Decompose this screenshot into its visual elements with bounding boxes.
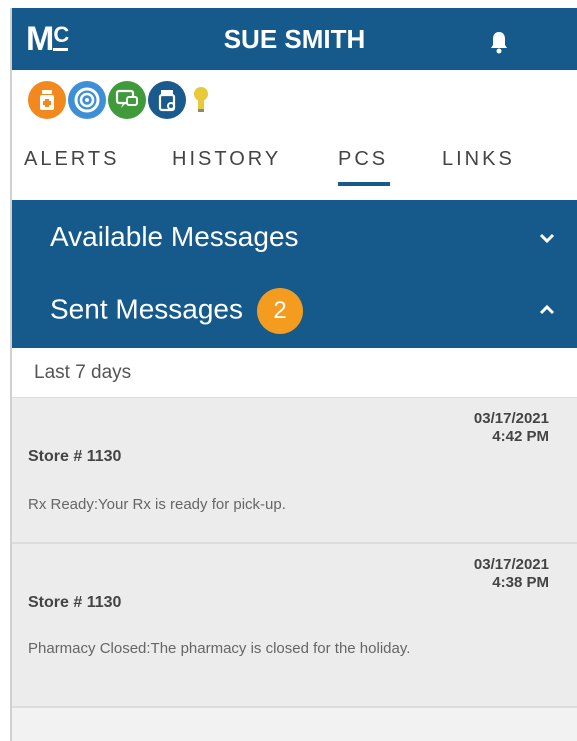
message-text: Pharmacy Closed:The pharmacy is closed f… — [28, 640, 411, 657]
tab-links[interactable]: LINKS — [442, 148, 515, 171]
message-date: 03/17/2021 — [473, 556, 549, 573]
sent-count-badge: 2 — [257, 288, 303, 334]
message-text: Rx Ready:Your Rx is ready for pick-up. — [28, 496, 286, 513]
message-timestamp: 03/17/2021 4:38 PM — [474, 556, 549, 592]
app-panel: MC SUE SMITH ALERTS HISTORY PCS LINKS Av… — [10, 8, 577, 741]
date-filter[interactable]: Last 7 days — [12, 348, 577, 398]
chevron-down-icon[interactable] — [539, 232, 555, 244]
chat-icon[interactable] — [108, 81, 146, 119]
message-store: Store # 1130 — [28, 594, 122, 611]
message-store: Store # 1130 — [28, 448, 122, 465]
message-item[interactable]: 03/17/2021 4:38 PM Store # 1130 Pharmacy… — [12, 544, 577, 708]
message-date: 03/17/2021 — [473, 410, 549, 427]
active-tab-indicator — [338, 182, 390, 186]
chevron-up-icon[interactable] — [539, 304, 555, 316]
bell-icon[interactable] — [489, 30, 509, 54]
message-item[interactable]: 03/17/2021 4:42 PM Store # 1130 Rx Ready… — [12, 398, 577, 544]
sent-messages-header[interactable]: Sent Messages 2 — [12, 274, 577, 348]
prescription-icon[interactable] — [148, 81, 186, 119]
lightbulb-icon[interactable] — [188, 81, 214, 119]
available-messages-label: Available Messages — [50, 221, 299, 252]
message-timestamp: 03/17/2021 4:42 PM — [474, 410, 549, 446]
target-icon[interactable] — [68, 81, 106, 119]
tab-history[interactable]: HISTORY — [172, 148, 281, 171]
message-time: 4:42 PM — [492, 428, 549, 445]
quick-icon-row — [12, 70, 577, 130]
pill-bottle-icon[interactable] — [28, 81, 66, 119]
available-messages-header[interactable]: Available Messages — [12, 200, 577, 274]
header-bar: MC SUE SMITH — [12, 8, 577, 70]
sent-messages-label: Sent Messages — [50, 293, 243, 325]
tab-bar: ALERTS HISTORY PCS LINKS — [12, 130, 577, 200]
message-time: 4:38 PM — [492, 574, 549, 591]
sent-messages-label-wrap: Sent Messages 2 — [50, 288, 303, 334]
tab-pcs[interactable]: PCS — [338, 148, 388, 171]
tab-alerts[interactable]: ALERTS — [24, 148, 119, 171]
